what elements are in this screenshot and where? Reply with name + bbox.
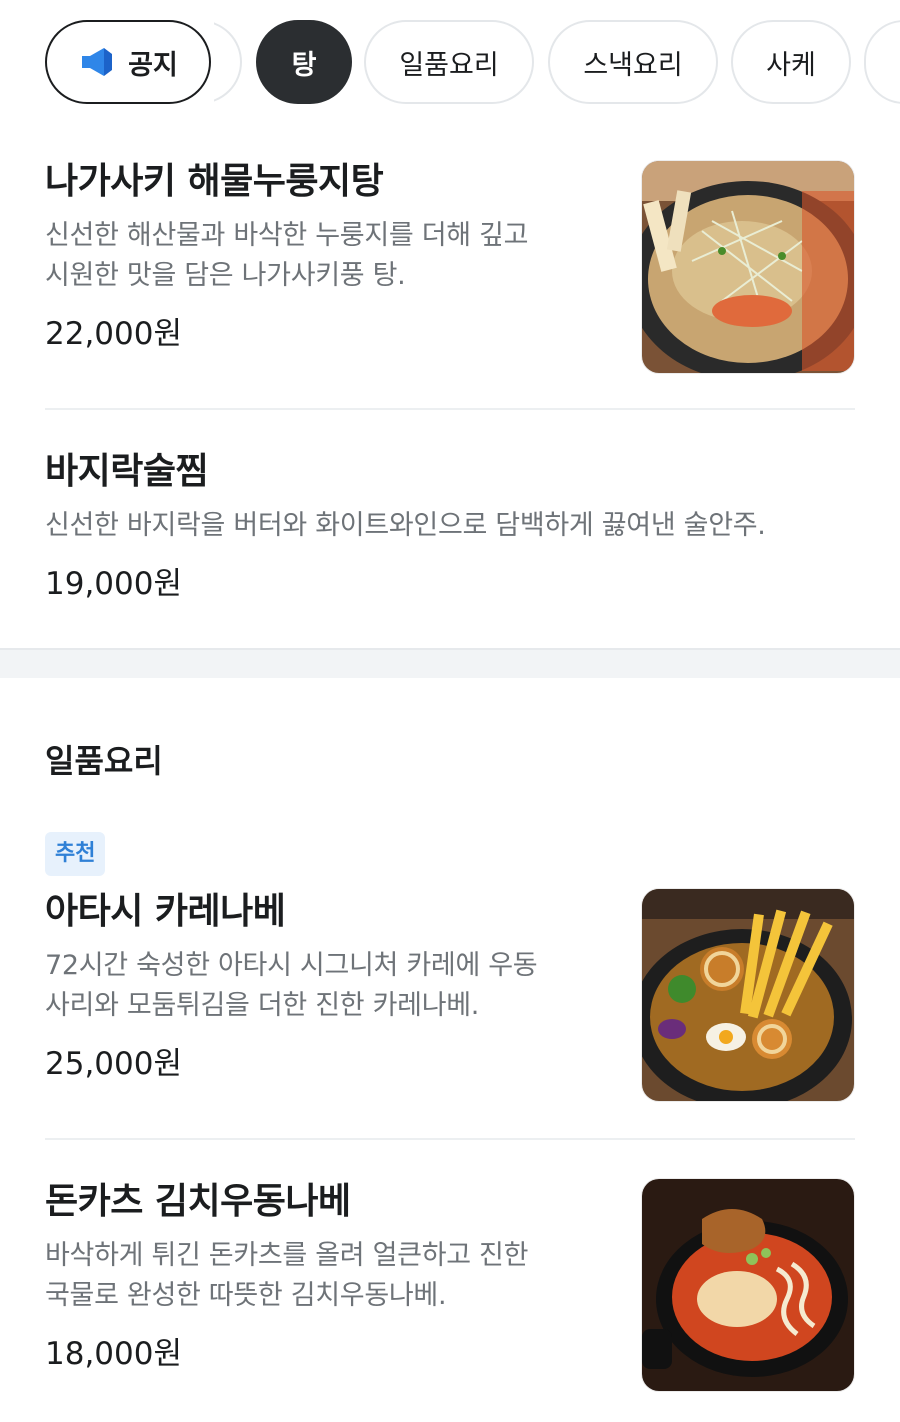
section-title: 일품요리	[45, 742, 163, 780]
tab-main-dish-label: 일품요리	[399, 49, 499, 81]
section-separator	[0, 648, 900, 678]
tab-separator	[214, 20, 244, 104]
tab-sake[interactable]: 사케	[731, 20, 851, 104]
tab-soup[interactable]: 탕	[256, 20, 352, 104]
recommend-badge: 추천	[45, 832, 106, 876]
item-photo	[641, 888, 855, 1102]
item-description: 신선한 바지락을 버터와 화이트와인으로 담백하게 끓여낸 술안주.	[45, 506, 855, 546]
item-description-line: 신선한 바지락을 버터와 화이트와인으로 담백하게 끓여낸 술안주.	[45, 510, 766, 541]
tab-notice[interactable]: 공지	[45, 20, 211, 104]
tab-main-dish[interactable]: 일품요리	[364, 20, 534, 104]
tab-snack[interactable]: 스낵요리	[548, 20, 718, 104]
item-divider	[45, 1138, 855, 1140]
item-price: 19,000원	[45, 566, 182, 602]
tab-sake-label: 사케	[766, 49, 816, 81]
item-title: 바지락술찜	[45, 451, 209, 492]
tab-snack-label: 스낵요리	[583, 49, 683, 81]
category-tabs: 공지 탕 일품요리 스낵요리 사케	[0, 0, 900, 126]
speaker-icon	[78, 45, 116, 79]
item-photo	[641, 1178, 855, 1392]
menu-item[interactable]: 돈카츠 김치우동나베 바삭하게 튀긴 돈카츠를 올려 얼큰하고 진한 국물로 완…	[45, 1178, 855, 1400]
tab-more[interactable]	[864, 20, 900, 104]
menu-item[interactable]: 나가사키 해물누룽지탕 신선한 해산물과 바삭한 누룽지를 더해 깊고 시원한 …	[45, 160, 855, 380]
item-divider	[45, 408, 855, 410]
tab-soup-label: 탕	[291, 49, 317, 81]
menu-item[interactable]: 추천 아타시 카레나베 72시간 숙성한 아타시 시그니처 카레에 우동 사리와…	[45, 832, 855, 1102]
tab-notice-label: 공지	[128, 49, 178, 81]
menu-item[interactable]: 바지락술찜 신선한 바지락을 버터와 화이트와인으로 담백하게 끓여낸 술안주.…	[45, 450, 855, 620]
item-photo	[641, 160, 855, 374]
